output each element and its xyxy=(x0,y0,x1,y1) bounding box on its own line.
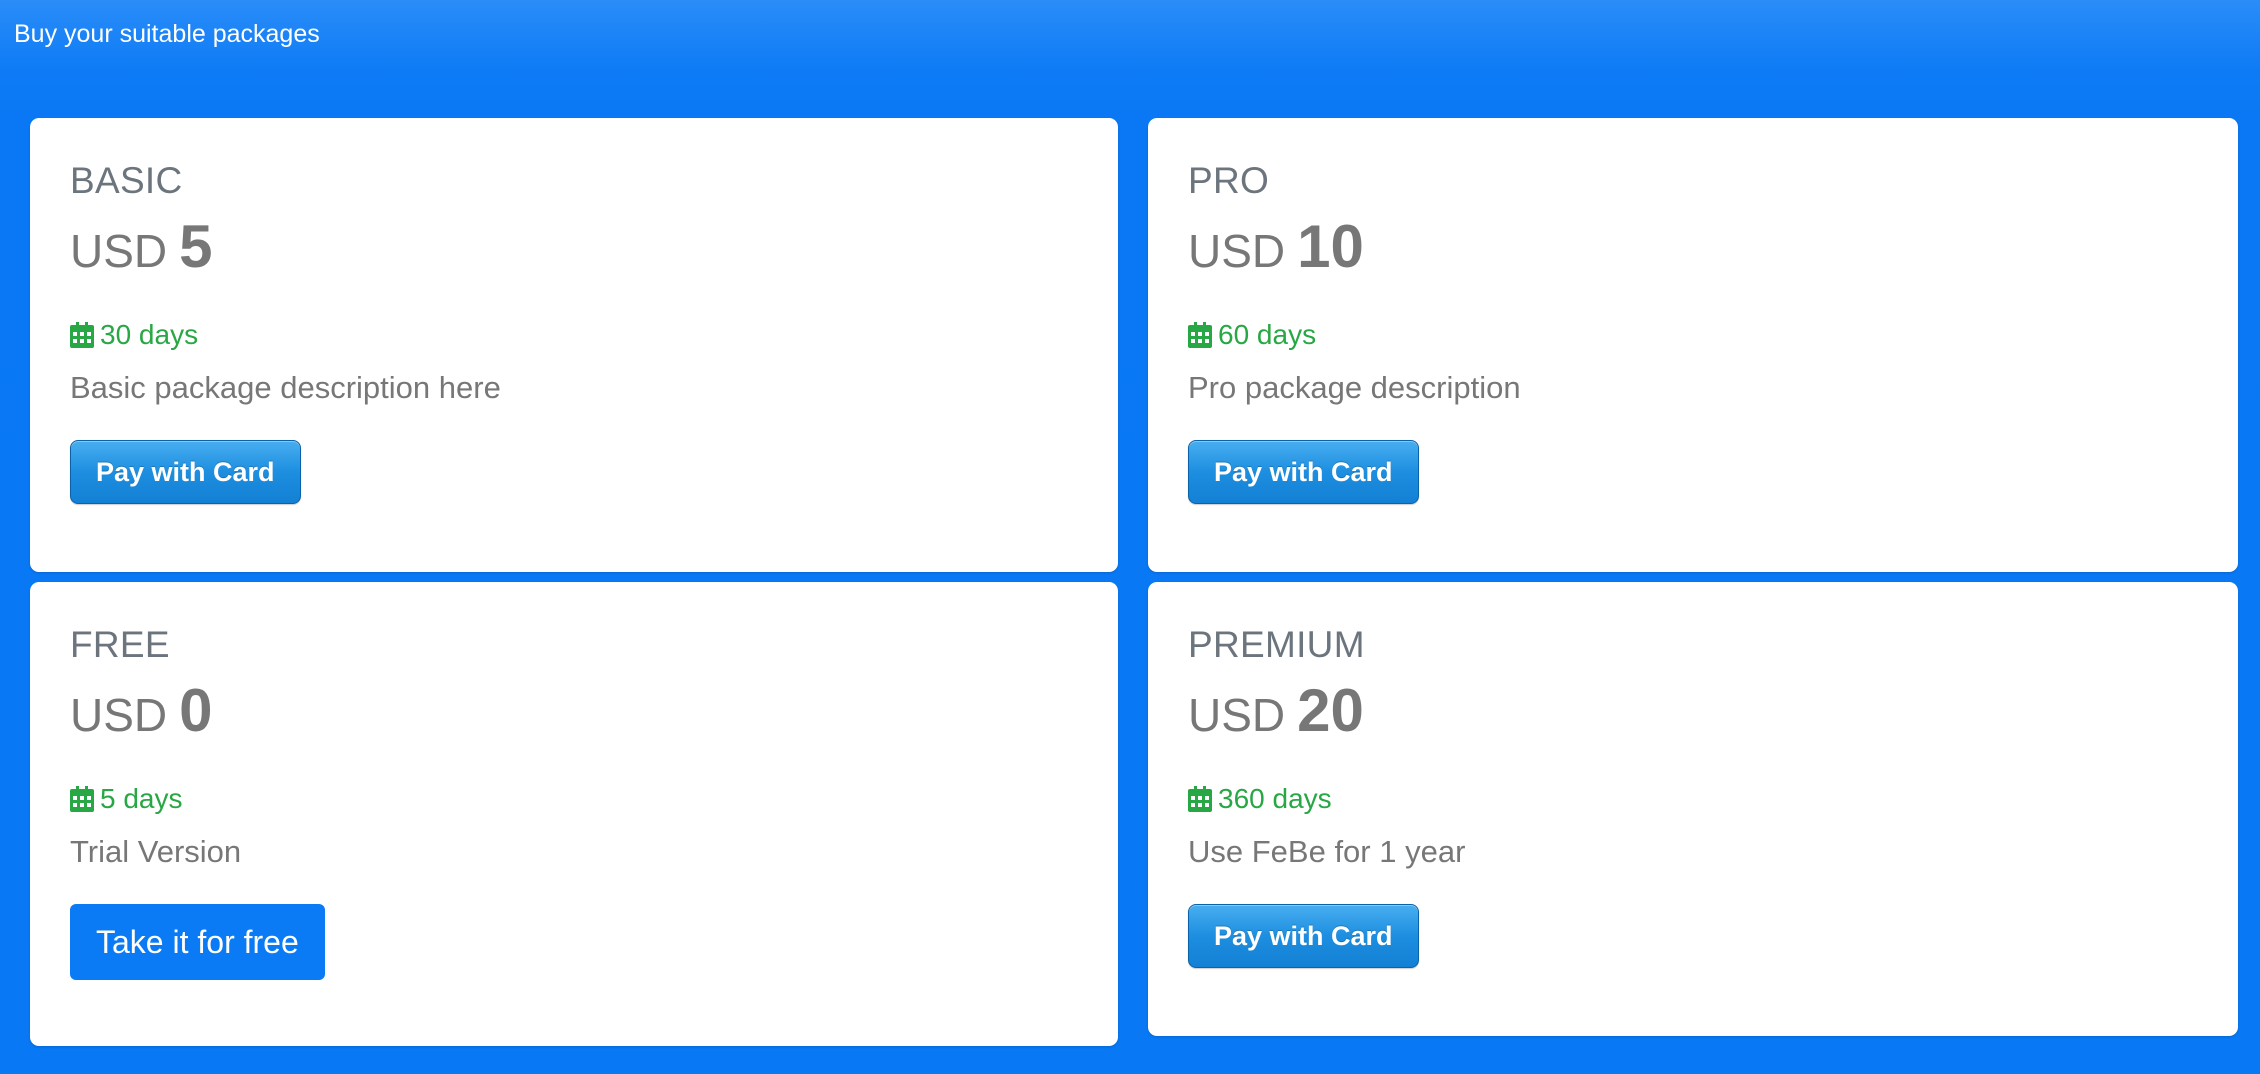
package-card-free: FREE USD 0 5 days Trial Version Take it … xyxy=(30,582,1118,1046)
package-description: Pro package description xyxy=(1188,370,1521,405)
package-description: Basic package description here xyxy=(70,370,501,405)
package-description: Trial Version xyxy=(70,834,242,869)
package-duration: 360 days xyxy=(1188,785,2198,813)
calendar-icon xyxy=(1188,322,1212,348)
pay-with-card-button[interactable]: Pay with Card xyxy=(70,440,301,505)
package-card-premium: PREMIUM USD 20 360 days Use FeBe for 1 y… xyxy=(1148,582,2238,1036)
duration-text: 60 days xyxy=(1218,319,1317,350)
calendar-icon xyxy=(70,322,94,348)
calendar-icon xyxy=(70,786,94,812)
calendar-icon xyxy=(1188,786,1212,812)
duration-text: 30 days xyxy=(100,319,199,350)
header-bar: Buy your suitable packages xyxy=(0,0,2260,70)
price-currency: USD xyxy=(70,225,168,277)
package-duration: 60 days xyxy=(1188,321,2198,349)
package-name: PRO xyxy=(1188,160,1270,201)
package-price: USD 5 xyxy=(70,217,1078,277)
pay-with-card-button[interactable]: Pay with Card xyxy=(1188,904,1419,969)
price-currency: USD xyxy=(1188,689,1286,741)
package-price: USD 20 xyxy=(1188,681,2198,741)
duration-text: 360 days xyxy=(1218,783,1332,814)
package-price: USD 10 xyxy=(1188,217,2198,277)
package-name: FREE xyxy=(70,624,170,665)
price-amount: 0 xyxy=(179,677,213,744)
price-currency: USD xyxy=(70,689,168,741)
price-currency: USD xyxy=(1188,225,1286,277)
page-title: Buy your suitable packages xyxy=(14,19,320,48)
package-price: USD 0 xyxy=(70,681,1078,741)
package-duration: 5 days xyxy=(70,785,1078,813)
pay-with-card-button[interactable]: Pay with Card xyxy=(1188,440,1419,505)
package-name: PREMIUM xyxy=(1188,624,1365,665)
package-duration: 30 days xyxy=(70,321,1078,349)
package-name: BASIC xyxy=(70,160,183,201)
take-it-for-free-button[interactable]: Take it for free xyxy=(70,904,325,981)
package-card-basic: BASIC USD 5 30 days Basic package descri… xyxy=(30,118,1118,572)
price-amount: 20 xyxy=(1297,677,1364,744)
price-amount: 10 xyxy=(1297,213,1364,280)
duration-text: 5 days xyxy=(100,783,183,814)
price-amount: 5 xyxy=(179,213,213,280)
package-card-pro: PRO USD 10 60 days Pro package descripti… xyxy=(1148,118,2238,572)
app-root: Buy your suitable packages BASIC USD 5 3… xyxy=(0,0,2260,1074)
package-description: Use FeBe for 1 year xyxy=(1188,834,1466,869)
